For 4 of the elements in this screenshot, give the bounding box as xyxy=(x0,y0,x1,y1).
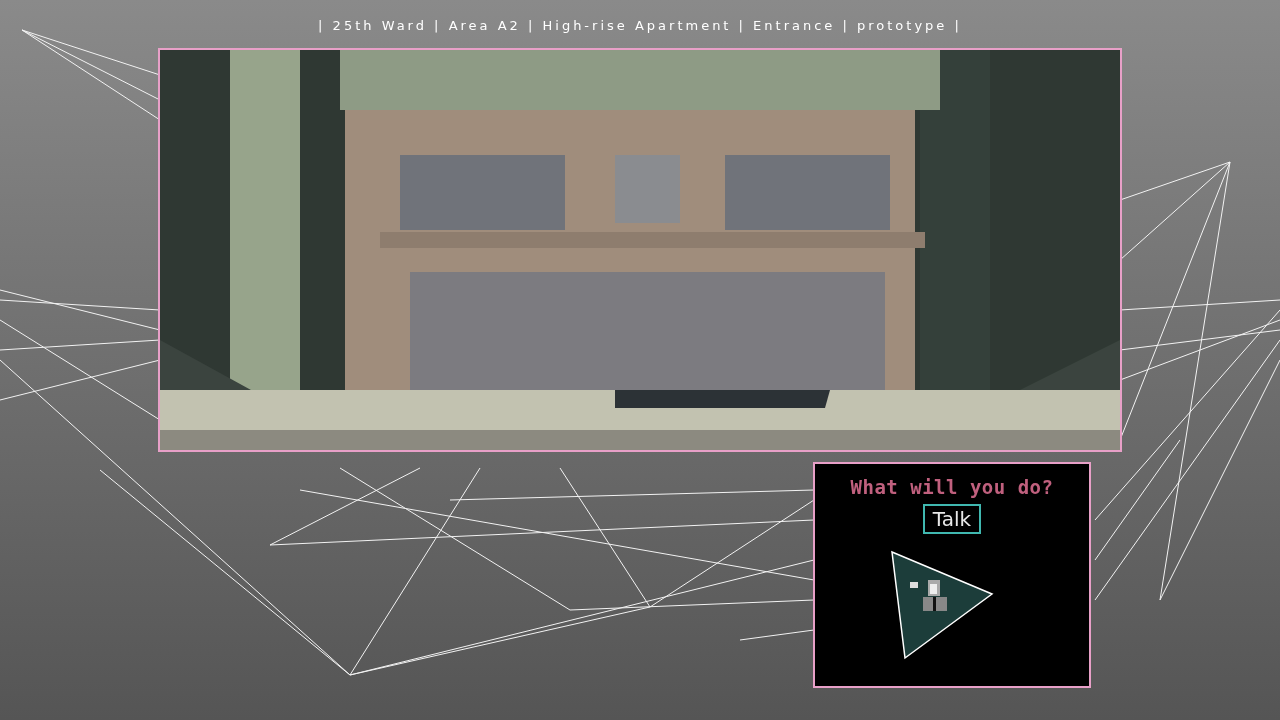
talk-icon xyxy=(890,550,994,660)
talk-option[interactable]: Talk xyxy=(922,504,982,534)
prompt-text: What will you do? xyxy=(850,476,1054,498)
location-title: | 25th Ward | Area A2 | High-rise Apartment | Entrance | prototype | xyxy=(318,18,962,33)
